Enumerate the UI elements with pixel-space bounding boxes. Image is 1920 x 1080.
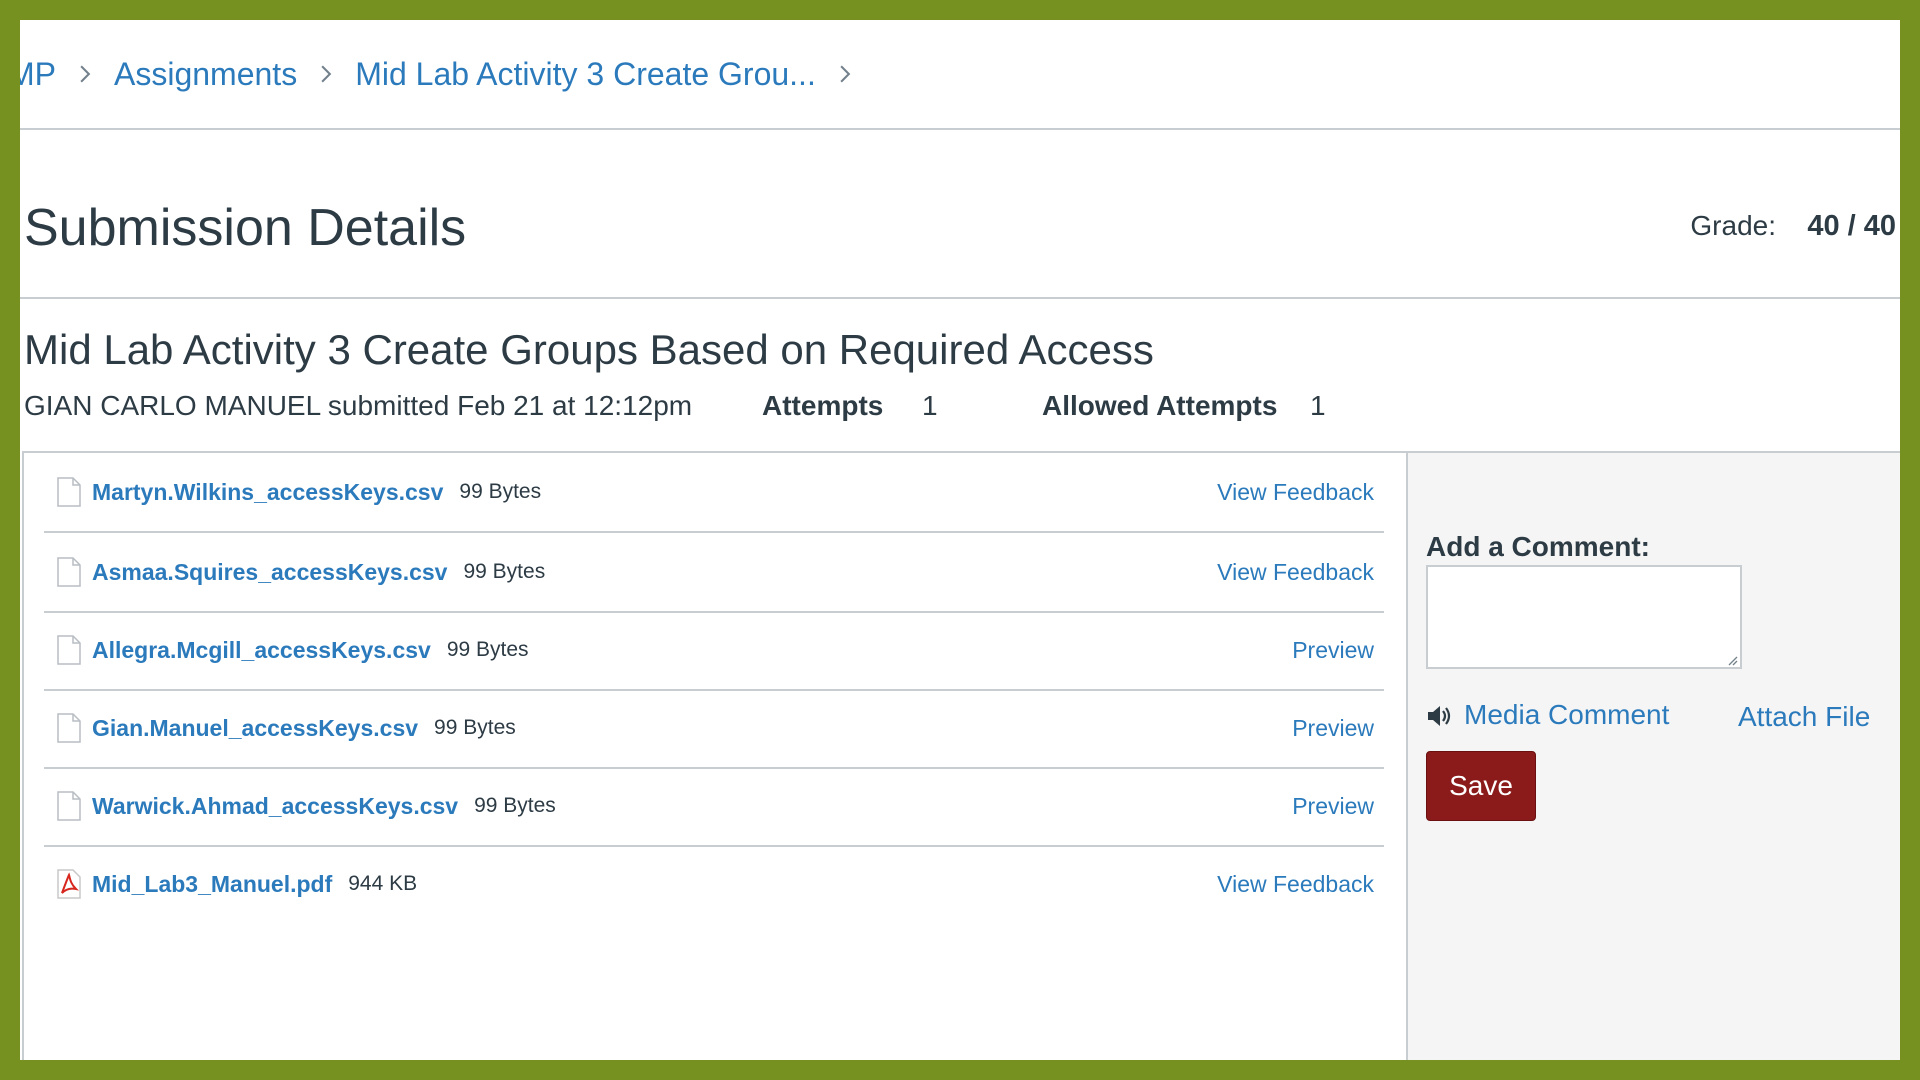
submission-files-panel: Martyn.Wilkins_accessKeys.csv 99 Bytes V… (22, 451, 1408, 1060)
grade-value: 40 / 40 (1807, 210, 1896, 242)
file-row: Warwick.Ahmad_accessKeys.csv 99 Bytes Pr… (44, 767, 1384, 847)
page-title: Submission Details (24, 199, 467, 257)
preview-link[interactable]: Preview (1292, 793, 1374, 820)
submitted-text: GIAN CARLO MANUEL submitted Feb 21 at 12… (24, 390, 693, 421)
header-divider (20, 297, 1900, 299)
breadcrumb-assignments-link[interactable]: Assignments (114, 56, 297, 93)
assignment-title: Mid Lab Activity 3 Create Groups Based o… (24, 326, 1154, 373)
breadcrumb-chevron-icon (319, 65, 333, 83)
attach-file-link[interactable]: Attach File (1738, 701, 1870, 733)
document-icon (56, 713, 82, 743)
breadcrumb-course-link[interactable]: MP (20, 56, 56, 93)
file-link[interactable]: Asmaa.Squires_accessKeys.csv (92, 559, 447, 586)
save-button[interactable]: Save (1426, 751, 1536, 821)
file-link[interactable]: Martyn.Wilkins_accessKeys.csv (92, 479, 443, 506)
file-link[interactable]: Mid_Lab3_Manuel.pdf (92, 871, 332, 898)
view-feedback-link[interactable]: View Feedback (1217, 871, 1374, 898)
file-row: Asmaa.Squires_accessKeys.csv 99 Bytes Vi… (44, 533, 1384, 613)
breadcrumb-chevron-icon (78, 65, 92, 83)
file-row: Mid_Lab3_Manuel.pdf 944 KB View Feedback (44, 845, 1384, 923)
add-comment-label: Add a Comment: (1426, 531, 1650, 562)
file-size: 99 Bytes (463, 560, 546, 583)
breadcrumb-assignment-link[interactable]: Mid Lab Activity 3 Create Grou... (355, 56, 816, 93)
page-frame: MP Assignments Mid Lab Activity 3 Create… (20, 20, 1900, 1060)
document-icon (56, 477, 82, 507)
view-feedback-link[interactable]: View Feedback (1217, 479, 1374, 506)
allowed-attempts-label: Allowed Attempts (1042, 390, 1278, 421)
preview-link[interactable]: Preview (1292, 715, 1374, 742)
file-row: Gian.Manuel_accessKeys.csv 99 Bytes Prev… (44, 689, 1384, 769)
allowed-attempts-value: 1 (1310, 390, 1326, 421)
view-feedback-link[interactable]: View Feedback (1217, 559, 1374, 586)
attempts-label: Attempts (762, 390, 884, 421)
comment-textarea[interactable] (1426, 565, 1742, 669)
file-link[interactable]: Allegra.Mcgill_accessKeys.csv (92, 637, 431, 664)
grade-label: Grade: (1690, 210, 1776, 241)
pdf-icon (56, 869, 82, 899)
file-size: 944 KB (348, 872, 418, 895)
breadcrumb: MP Assignments Mid Lab Activity 3 Create… (20, 20, 1900, 130)
media-comment-link[interactable]: Media Comment (1464, 699, 1669, 731)
file-row: Martyn.Wilkins_accessKeys.csv 99 Bytes V… (44, 453, 1384, 533)
document-icon (56, 557, 82, 587)
file-link[interactable]: Gian.Manuel_accessKeys.csv (92, 715, 418, 742)
file-size: 99 Bytes (474, 794, 556, 817)
document-icon (56, 791, 82, 821)
file-size: 99 Bytes (434, 716, 516, 739)
breadcrumb-chevron-icon (838, 65, 852, 83)
file-size: 99 Bytes (446, 638, 529, 661)
resize-grip-icon[interactable] (1726, 653, 1738, 666)
file-link[interactable]: Warwick.Ahmad_accessKeys.csv (92, 793, 458, 820)
file-row: Allegra.Mcgill_accessKeys.csv 99 Bytes P… (44, 611, 1384, 691)
file-size: 99 Bytes (459, 480, 542, 503)
document-icon (56, 635, 82, 665)
speaker-icon[interactable] (1426, 703, 1454, 729)
comment-panel: Add a Comment: Media Comment Attach File… (1406, 451, 1900, 1060)
preview-link[interactable]: Preview (1292, 637, 1374, 664)
attempts-value: 1 (922, 390, 938, 421)
